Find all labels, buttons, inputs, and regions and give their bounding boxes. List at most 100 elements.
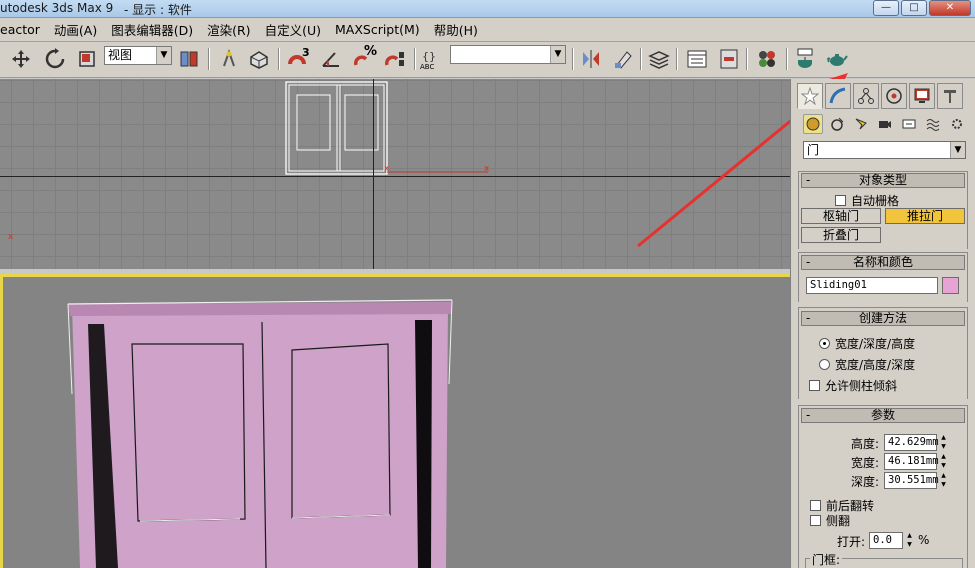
restore-button[interactable]: □ (901, 0, 927, 16)
checkbox-icon (809, 380, 820, 391)
object-name-input[interactable]: Sliding01 (806, 277, 938, 294)
menu-graph-editors[interactable]: 图表编辑器(D) (104, 20, 200, 39)
create-tab-icon[interactable] (797, 83, 823, 109)
radio-icon (819, 359, 830, 370)
viewport-perspective-scene (67, 299, 453, 568)
abc-label: ABC (420, 63, 435, 71)
viewport-top-scene (285, 81, 488, 175)
close-button[interactable]: ✕ (929, 0, 971, 16)
reference-coordinate-value: 视图 (108, 48, 133, 62)
name-color-rollout-header[interactable]: - 名称和颜色 (801, 255, 965, 270)
toolbar-separator (278, 48, 280, 70)
height-label: 高度: (850, 437, 879, 451)
menu-maxscript[interactable]: MAXScript(M) (328, 22, 427, 37)
svg-text:{}: {} (422, 50, 436, 63)
width-input[interactable]: 46.181mm (884, 453, 939, 470)
cameras-icon[interactable] (875, 114, 895, 134)
creation-method-rollout-header[interactable]: - 创建方法 (801, 311, 965, 326)
bifold-door-button[interactable]: 折叠门 (801, 227, 881, 243)
open-label: 打开: (836, 535, 865, 549)
viewport-top[interactable]: x x x (0, 79, 790, 269)
scale-icon[interactable] (74, 46, 100, 72)
height-spinner[interactable]: ▲ ▼ (939, 434, 948, 451)
snap-toggle-icon[interactable]: 3 (284, 46, 310, 72)
object-category-select[interactable]: 门 ▼ (803, 141, 966, 159)
side-flip-checkbox[interactable]: 侧翻 (810, 512, 850, 529)
sliding-door-button[interactable]: 推拉门 (885, 208, 965, 224)
keyboard-shortcut-icon[interactable] (246, 46, 272, 72)
quick-render-teapot-icon[interactable] (824, 46, 850, 72)
height-input[interactable]: 42.629mm (884, 434, 939, 451)
curve-editor-icon[interactable] (684, 46, 710, 72)
object-type-rollout-header[interactable]: - 对象类型 (801, 173, 965, 188)
object-color-swatch[interactable] (942, 277, 959, 294)
edit-named-selection-icon[interactable]: {} ABC (418, 46, 444, 72)
allow-non-vertical-jambs-checkbox[interactable]: 允许侧柱倾斜 (809, 377, 897, 394)
mirror-icon[interactable] (578, 46, 604, 72)
minimize-button[interactable]: — (873, 0, 899, 16)
motion-tab-icon[interactable] (881, 83, 907, 109)
menu-help[interactable]: 帮助(H) (427, 20, 485, 39)
display-tab-icon[interactable] (909, 83, 935, 109)
checkbox-icon (810, 515, 821, 526)
menu-animation[interactable]: 动画(A) (47, 20, 104, 39)
reference-coordinate-select[interactable]: 视图 ▼ (104, 46, 172, 65)
utilities-tab-icon[interactable] (937, 83, 963, 109)
open-percent-spinner[interactable]: ▲ ▼ (905, 532, 914, 549)
menu-reactor[interactable]: eactor (0, 22, 47, 37)
world-axis-x-line (0, 176, 790, 177)
schematic-view-icon[interactable] (716, 46, 742, 72)
named-selection-set-select[interactable]: ▼ (450, 45, 566, 64)
allow-non-vertical-jambs-label: 允许侧柱倾斜 (825, 379, 898, 393)
auto-grid-label: 自动栅格 (851, 194, 900, 208)
name-color-title: 名称和颜色 (852, 255, 913, 269)
menu-rendering[interactable]: 渲染(R) (200, 20, 257, 39)
toolbar-separator (208, 48, 210, 70)
depth-spinner[interactable]: ▲ ▼ (939, 472, 948, 489)
pivot-center-icon[interactable] (176, 46, 202, 72)
spinner-snap-icon[interactable] (382, 46, 408, 72)
toolbar-separator (676, 48, 678, 70)
auto-grid-checkbox[interactable]: 自动栅格 (835, 192, 899, 209)
depth-input[interactable]: 30.551mm (884, 472, 939, 489)
chevron-down-icon: ▼ (950, 142, 965, 158)
align-icon[interactable] (610, 46, 636, 72)
width-spinner[interactable]: ▲ ▼ (939, 453, 948, 470)
render-scene-icon[interactable] (792, 46, 818, 72)
radio-icon (819, 338, 830, 349)
width-depth-height-radio[interactable]: 宽度/深度/高度 (819, 335, 915, 352)
width-height-depth-radio[interactable]: 宽度/高度/深度 (819, 356, 915, 373)
app-window: utodesk 3ds Max 9 - 显示 : 软件 — □ ✕ eactor… (0, 0, 975, 568)
open-percent-input[interactable]: 0.0 (869, 532, 903, 549)
helpers-icon[interactable] (899, 114, 919, 134)
lights-icon[interactable] (851, 114, 871, 134)
layer-manager-icon[interactable] (646, 46, 672, 72)
move-icon[interactable] (8, 46, 34, 72)
checkbox-icon (810, 500, 821, 511)
percent-snap-icon[interactable]: % (350, 44, 377, 72)
rotate-icon[interactable] (42, 46, 68, 72)
angle-snap-icon[interactable] (318, 46, 344, 72)
viewport-perspective[interactable] (0, 274, 790, 568)
geometry-icon[interactable] (803, 114, 823, 134)
manipulate-icon[interactable] (216, 46, 242, 72)
modify-tab-icon[interactable] (825, 83, 851, 109)
collapse-icon: - (806, 255, 811, 269)
collapse-icon: - (806, 173, 811, 187)
world-axis-y-line (373, 79, 374, 269)
hierarchy-tab-icon[interactable] (853, 83, 879, 109)
window-controls: — □ ✕ (873, 0, 971, 16)
material-editor-icon[interactable] (754, 46, 780, 72)
depth-label: 深度: (850, 475, 879, 489)
snap-3d-label: 3 (302, 46, 310, 59)
pivot-door-button[interactable]: 枢轴门 (801, 208, 881, 224)
menu-customize[interactable]: 自定义(U) (258, 20, 328, 39)
command-panel-tabs (797, 83, 963, 109)
toolbar-separator (786, 48, 788, 70)
chevron-down-icon: ▼ (550, 46, 565, 63)
app-title: utodesk 3ds Max 9 (0, 1, 114, 15)
parameters-rollout-header[interactable]: - 参数 (801, 408, 965, 423)
shapes-icon[interactable] (827, 114, 847, 134)
systems-icon[interactable] (947, 114, 967, 134)
spacewarps-icon[interactable] (923, 114, 943, 134)
